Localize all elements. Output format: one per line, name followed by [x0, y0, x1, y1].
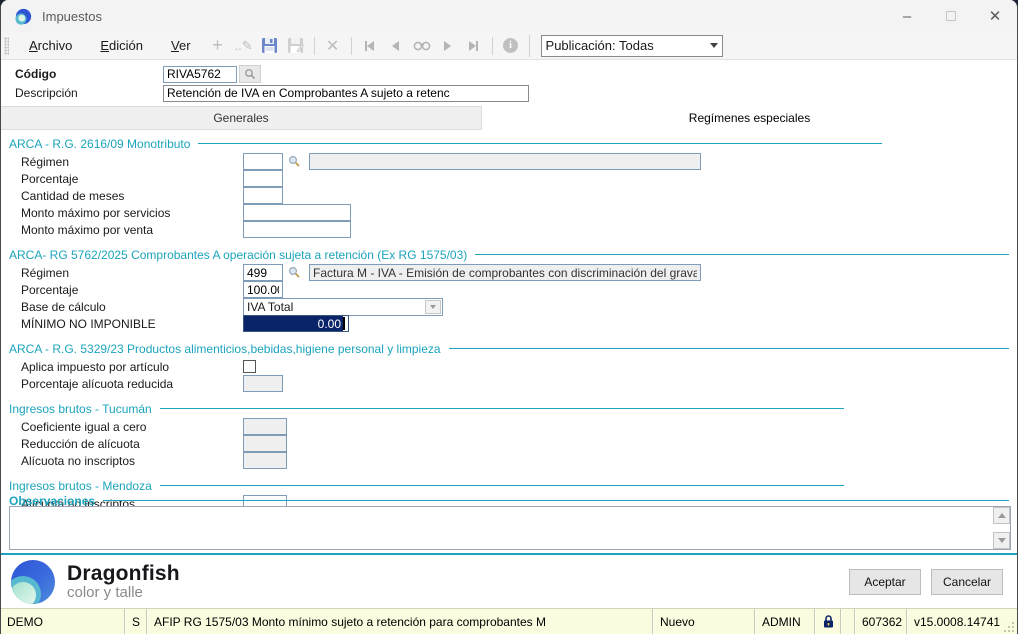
- field-label: MÍNIMO NO IMPONIBLE: [21, 317, 243, 331]
- first-record-icon[interactable]: [358, 34, 382, 58]
- tucuman-coeficiente-input: [243, 418, 287, 435]
- field-label: Régimen: [21, 155, 243, 169]
- monotributo-meses-input[interactable]: [243, 187, 283, 204]
- text-cursor: [343, 317, 345, 330]
- title-bar: Impuestos – ✕: [1, 0, 1017, 32]
- rg5762-regimen-input[interactable]: [243, 264, 283, 281]
- scroll-up-icon[interactable]: [993, 507, 1010, 524]
- chevron-down-icon: [710, 43, 718, 48]
- section-tucuman-header: Ingresos brutos - Tucumán: [9, 401, 1009, 416]
- menu-ver[interactable]: Ver: [157, 32, 205, 60]
- status-flag: S: [125, 609, 147, 634]
- status-message: AFIP RG 1575/03 Monto mínimo sujeto a re…: [147, 609, 653, 634]
- field-label: Porcentaje: [21, 283, 243, 297]
- toolbar-grip[interactable]: [4, 37, 9, 55]
- monotributo-porcentaje-input[interactable]: [243, 170, 283, 187]
- field-label: Aplica impuesto por artículo: [21, 360, 243, 374]
- chevron-down-icon[interactable]: [425, 300, 441, 314]
- status-version: v15.0008.14741: [907, 609, 1003, 634]
- save-as-icon[interactable]: [284, 34, 308, 58]
- delete-icon[interactable]: ✕: [321, 34, 345, 58]
- save-icon[interactable]: [258, 34, 282, 58]
- info-icon[interactable]: i: [499, 34, 523, 58]
- status-record-state: Nuevo: [653, 609, 755, 634]
- window-title: Impuestos: [42, 9, 102, 24]
- section-mendoza-header: Ingresos brutos - Mendoza: [9, 478, 1009, 493]
- tab-regimenes-especiales[interactable]: Regímenes especiales: [482, 106, 1017, 130]
- next-record-icon[interactable]: [436, 34, 460, 58]
- prev-record-icon[interactable]: [384, 34, 408, 58]
- magnifier-icon[interactable]: [285, 265, 303, 281]
- minimize-button[interactable]: –: [885, 0, 929, 32]
- tucuman-reduccion-input: [243, 435, 287, 452]
- toolbar: Archivo Edición Ver + ..✎ ✕: [1, 32, 1017, 60]
- resize-grip[interactable]: [1003, 609, 1017, 634]
- app-logo-icon: [15, 8, 32, 25]
- status-company: DEMO: [1, 609, 125, 634]
- section-monotributo-header: ARCA - R.G. 2616/09 Monotributo: [9, 136, 1009, 151]
- tab-generales[interactable]: Generales: [1, 106, 482, 130]
- header-fields: Código Descripción: [1, 60, 1017, 106]
- field-label: Monto máximo por venta: [21, 223, 243, 237]
- magnifier-icon[interactable]: [285, 154, 303, 170]
- codigo-lookup-button[interactable]: [239, 65, 261, 83]
- monotributo-regimen-input[interactable]: [243, 153, 283, 170]
- menu-edicion[interactable]: Edición: [86, 32, 157, 60]
- field-label: Monto máximo por servicios: [21, 206, 243, 220]
- rg5762-porcentaje-input[interactable]: [243, 281, 283, 298]
- magnifier-icon: [244, 68, 256, 80]
- close-button[interactable]: ✕: [973, 0, 1017, 32]
- descripcion-label: Descripción: [15, 86, 163, 100]
- aceptar-button[interactable]: Aceptar: [849, 569, 921, 595]
- rg5762-regimen-desc: [309, 264, 701, 281]
- monotributo-monto-servicios-input[interactable]: [243, 204, 351, 221]
- field-label: Cantidad de meses: [21, 189, 243, 203]
- codigo-input[interactable]: [163, 66, 237, 83]
- observaciones-textarea[interactable]: [9, 506, 1011, 550]
- section-rg5762-header: ARCA- RG 5762/2025 Comprobantes A operac…: [9, 247, 1009, 262]
- impuestos-window: Impuestos – ✕ Archivo Edición Ver + ..✎: [0, 0, 1018, 634]
- field-label: Reducción de alícuota: [21, 437, 243, 451]
- status-record-number: 607362: [855, 609, 907, 634]
- add-icon[interactable]: +: [206, 34, 230, 58]
- edit-icon[interactable]: ..✎: [232, 34, 256, 58]
- field-label: Porcentaje alícuota reducida: [21, 377, 243, 391]
- field-label: Alícuota no inscriptos: [21, 454, 243, 468]
- status-spacer: [841, 609, 855, 634]
- footer: Dragonfish color y talle Aceptar Cancela…: [1, 553, 1017, 608]
- last-record-icon[interactable]: [462, 34, 486, 58]
- field-label: Porcentaje: [21, 172, 243, 186]
- tucuman-no-inscriptos-input: [243, 452, 287, 469]
- menu-archivo[interactable]: Archivo: [15, 32, 86, 60]
- descripcion-input[interactable]: [163, 85, 529, 102]
- section-rg5329-header: ARCA - R.G. 5329/23 Productos alimentici…: [9, 341, 1009, 356]
- field-label: Coeficiente igual a cero: [21, 420, 243, 434]
- status-user: ADMIN: [755, 609, 815, 634]
- dragonfish-logo: [11, 560, 55, 604]
- tab-bar: Generales Regímenes especiales: [1, 106, 1017, 130]
- field-label: Base de cálculo: [21, 300, 243, 314]
- publication-select[interactable]: Publicación: Todas: [541, 35, 723, 57]
- search-icon[interactable]: [410, 34, 434, 58]
- monotributo-monto-venta-input[interactable]: [243, 221, 351, 238]
- maximize-button[interactable]: [929, 0, 973, 32]
- cancelar-button[interactable]: Cancelar: [931, 569, 1003, 595]
- field-label: Régimen: [21, 266, 243, 280]
- scroll-down-icon[interactable]: [993, 532, 1010, 549]
- base-calculo-select[interactable]: IVA Total: [243, 298, 443, 316]
- brand-name: Dragonfish: [67, 562, 180, 586]
- scrollbar[interactable]: [993, 507, 1010, 549]
- codigo-label: Código: [15, 67, 163, 81]
- aplica-impuesto-checkbox[interactable]: [243, 360, 256, 373]
- minimo-no-imponible-input[interactable]: 0.00: [243, 315, 349, 332]
- tab-content: ARCA - R.G. 2616/09 Monotributo Régimen …: [1, 130, 1017, 553]
- lock-icon: [815, 609, 841, 634]
- alicuota-reducida-input: [243, 375, 283, 392]
- status-bar: DEMO S AFIP RG 1575/03 Monto mínimo suje…: [1, 608, 1017, 634]
- monotributo-regimen-desc: [309, 153, 701, 170]
- brand-tagline: color y talle: [67, 584, 180, 601]
